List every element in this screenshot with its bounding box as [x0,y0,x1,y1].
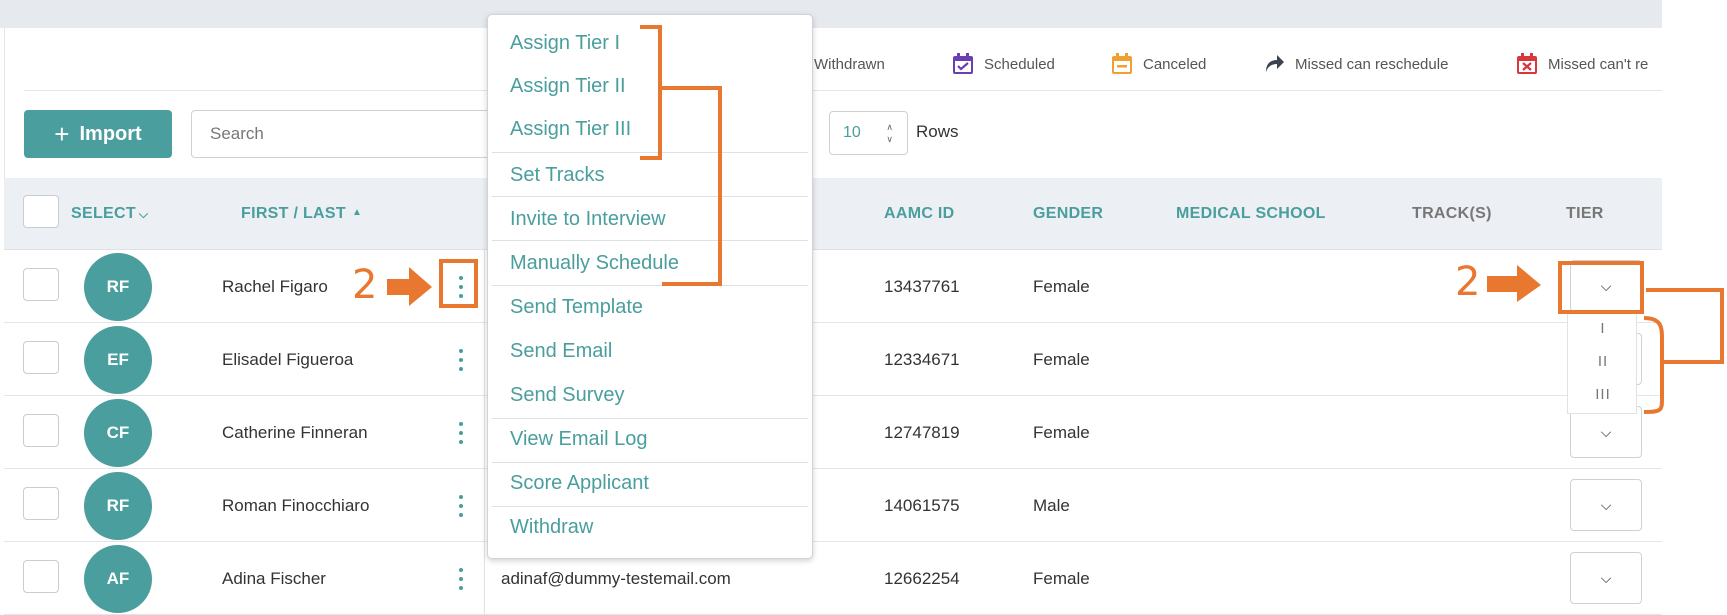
annotation-bracket-connector [1646,288,1724,364]
annotation-box-tier-select [1558,261,1644,314]
annotation-bracket-tiers [640,25,662,160]
annotation-overlay [387,25,1724,414]
annotation-bracket-tier-options [1643,316,1664,414]
annotation-step-number: 2 [1455,259,1481,305]
annotation-bracket-actions [662,86,722,286]
annotation-step-number: 2 [352,262,378,308]
annotation-arrow-right [1487,265,1541,302]
annotation-arrow-left [387,267,432,306]
annotation-box-kebab [439,259,478,308]
